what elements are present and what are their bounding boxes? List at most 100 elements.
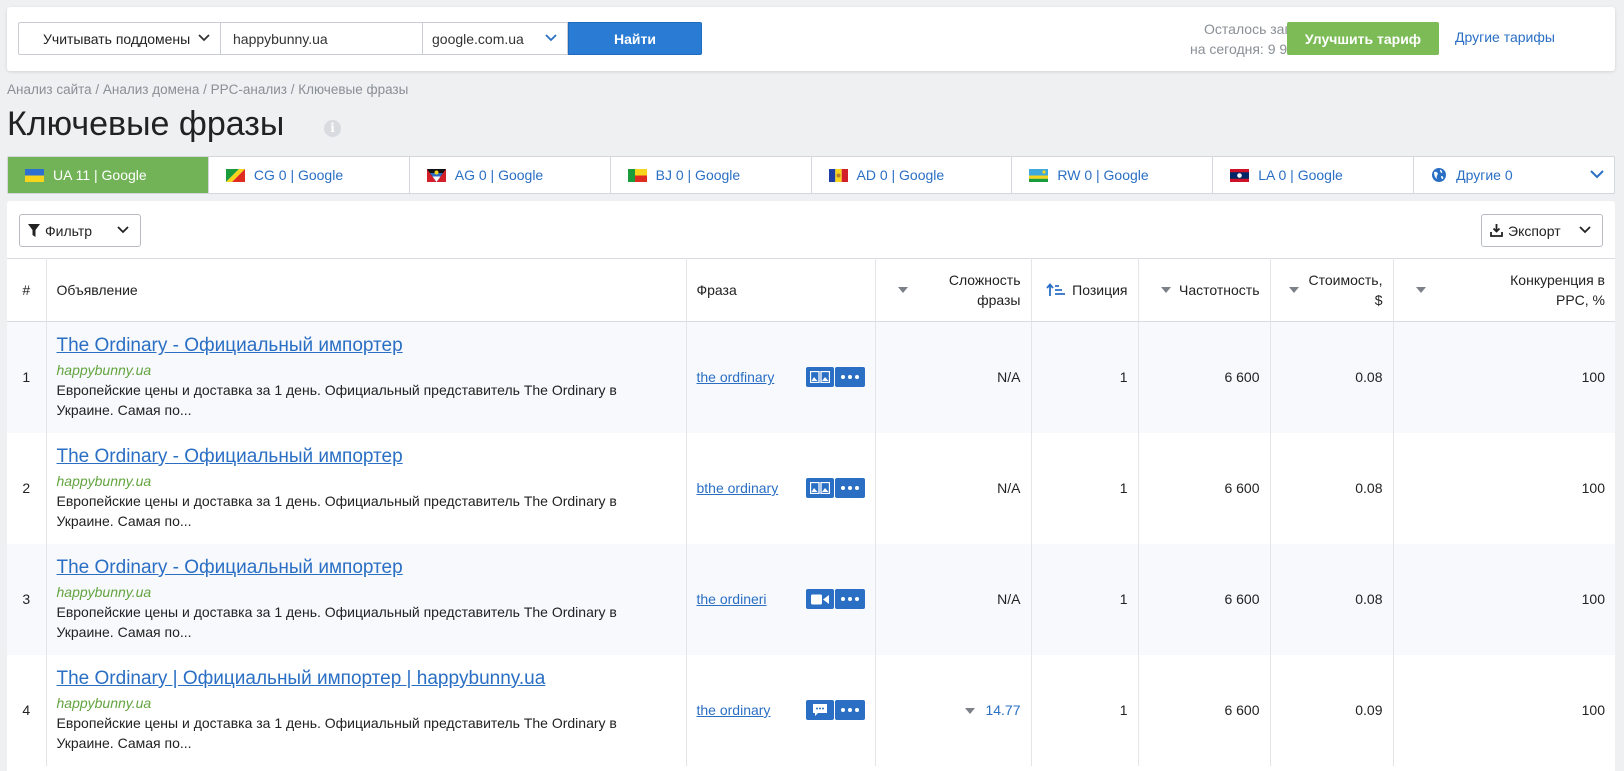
subdomain-select[interactable]: Учитывать поддомены — [18, 22, 221, 55]
tab-rw[interactable]: RW 0 | Google — [1012, 157, 1214, 193]
column-header-frequency[interactable]: Частотность — [1138, 258, 1271, 322]
more-options-icon[interactable] — [834, 700, 865, 720]
info-icon[interactable]: i — [324, 120, 341, 137]
tab-la[interactable]: LA 0 | Google — [1213, 157, 1415, 193]
ad-cell: The Ordinary - Официальный импортер happ… — [46, 432, 687, 544]
expand-arrow-icon[interactable] — [965, 708, 976, 715]
row-number: 1 — [7, 321, 47, 433]
phrase-link[interactable]: the ordfinary — [697, 369, 775, 385]
tab-label: AG 0 | Google — [454, 167, 544, 183]
phrase-cell: the ordineri — [686, 543, 876, 655]
tab-label: BJ 0 | Google — [655, 167, 741, 183]
domain-input[interactable] — [221, 22, 423, 55]
cost-value: 0.09 — [1270, 654, 1394, 766]
chat-icon[interactable] — [805, 700, 834, 720]
column-header-difficulty[interactable]: Сложность фразы — [875, 258, 1032, 322]
keywords-table: # Объявление Фраза Сложность фразы Позиц… — [7, 258, 1615, 766]
column-header-competition-label: Конкуренция в PPC, % — [1510, 272, 1605, 308]
phrase-cell: bthe ordinary — [686, 432, 876, 544]
laos-flag-icon — [1230, 168, 1250, 182]
search-engine-select[interactable]: google.com.ua — [423, 22, 568, 55]
tab-ad[interactable]: AD 0 | Google — [812, 157, 1013, 193]
ad-url: happybunny.ua — [56, 362, 152, 379]
table-row: 3 The Ordinary - Официальный импортер ha… — [7, 543, 1615, 655]
ad-description: Европейские цены и доставка за 1 день. О… — [56, 382, 617, 419]
frequency-value: 6 600 — [1138, 543, 1271, 655]
position-value: 1 — [1031, 654, 1139, 766]
frequency-value: 6 600 — [1138, 321, 1271, 433]
phrase-actions — [805, 367, 865, 388]
breadcrumb[interactable]: Анализ сайта / Анализ домена / PPC-анали… — [7, 82, 408, 97]
column-header-num: # — [7, 258, 47, 322]
column-header-competition[interactable]: Конкуренция в PPC, % — [1393, 258, 1615, 322]
globe-icon — [1432, 168, 1447, 182]
tab-ua[interactable]: UA 11 | Google — [8, 157, 209, 193]
sort-arrow-icon[interactable] — [897, 287, 908, 293]
tab-ag[interactable]: AG 0 | Google — [410, 157, 611, 193]
column-header-cost[interactable]: Стоимость, $ — [1270, 258, 1394, 322]
ad-description: Европейские цены и доставка за 1 день. О… — [56, 493, 617, 529]
ad-cell: The Ordinary - Официальный импортер happ… — [46, 321, 687, 433]
ad-url: happybunny.ua — [56, 695, 152, 711]
column-header-position[interactable]: Позиция — [1031, 258, 1139, 322]
position-value: 1 — [1031, 321, 1139, 433]
ad-cell: The Ordinary - Официальный импортер happ… — [46, 543, 687, 655]
tab-bj[interactable]: BJ 0 | Google — [611, 157, 812, 193]
more-options-icon[interactable] — [834, 589, 865, 609]
congo-flag-icon — [225, 168, 245, 182]
image-icon[interactable] — [805, 367, 834, 388]
difficulty-value: N/A — [875, 432, 1032, 544]
find-button[interactable]: Найти — [568, 22, 702, 55]
phrase-cell: the ordfinary — [686, 321, 876, 433]
column-header-difficulty-label: Сложность фразы — [948, 272, 1021, 308]
sort-arrow-icon[interactable] — [1288, 287, 1299, 293]
column-header-ad: Объявление — [46, 258, 687, 322]
ad-title-link[interactable]: The Ordinary - Официальный импортер — [57, 334, 676, 358]
cost-value: 0.08 — [1270, 432, 1394, 544]
sort-arrow-icon[interactable] — [1160, 287, 1171, 293]
antigua-flag-icon — [426, 168, 446, 182]
position-value: 1 — [1031, 543, 1139, 655]
video-icon[interactable] — [805, 589, 834, 609]
filter-button[interactable]: Фильтр — [19, 214, 141, 247]
difficulty-value: N/A — [875, 321, 1032, 433]
more-options-icon[interactable] — [834, 478, 865, 498]
upgrade-plan-button[interactable]: Улучшить тариф — [1287, 22, 1439, 55]
other-plans-link[interactable]: Другие тарифы — [1455, 29, 1555, 45]
phrase-actions — [805, 478, 865, 498]
image-icon[interactable] — [805, 478, 834, 498]
subdomain-select-label: Учитывать поддомены — [43, 30, 191, 47]
ad-title-link[interactable]: The Ordinary | Официальный импортер | ha… — [57, 667, 676, 691]
cost-value: 0.08 — [1270, 321, 1394, 433]
table-header-row: # Объявление Фраза Сложность фразы Позиц… — [7, 258, 1615, 322]
phrase-link[interactable]: the ordineri — [697, 591, 767, 607]
tab-label: LA 0 | Google — [1258, 167, 1343, 183]
row-number: 2 — [7, 432, 47, 544]
difficulty-value[interactable]: 14.77 — [985, 702, 1020, 718]
sort-ascending-icon[interactable] — [1046, 283, 1066, 297]
row-number: 4 — [7, 654, 47, 766]
tab-cg[interactable]: CG 0 | Google — [209, 157, 410, 193]
ad-title-link[interactable]: The Ordinary - Официальный импортер — [57, 445, 676, 469]
column-header-position-label: Позиция — [1072, 282, 1128, 298]
phrase-link[interactable]: bthe ordinary — [697, 480, 779, 496]
andorra-flag-icon — [828, 168, 848, 182]
tab-label: Другие 0 — [1456, 167, 1513, 183]
region-tabs: UA 11 | Google CG 0 | Google AG 0 | Goog… — [7, 156, 1615, 194]
competition-value: 100 — [1393, 543, 1615, 655]
export-button[interactable]: Экспорт — [1481, 214, 1603, 247]
chevron-down-icon — [1579, 226, 1591, 234]
chevron-down-icon — [1590, 170, 1604, 179]
more-options-icon[interactable] — [834, 367, 865, 388]
sort-arrow-icon[interactable] — [1415, 287, 1426, 293]
column-header-phrase[interactable]: Фраза — [686, 258, 876, 322]
table-row: 2 The Ordinary - Официальный импортер ha… — [7, 432, 1615, 544]
page-title: Ключевые фразы — [7, 105, 285, 143]
chevron-down-icon — [117, 226, 129, 234]
ad-title-link[interactable]: The Ordinary - Официальный импортер — [57, 556, 676, 580]
tab-others[interactable]: Другие 0 — [1414, 157, 1614, 193]
ad-url: happybunny.ua — [56, 473, 152, 489]
frequency-value: 6 600 — [1138, 432, 1271, 544]
table-row: 1 The Ordinary - Официальный импортер ha… — [7, 321, 1615, 433]
phrase-link[interactable]: the ordinary — [697, 702, 771, 718]
